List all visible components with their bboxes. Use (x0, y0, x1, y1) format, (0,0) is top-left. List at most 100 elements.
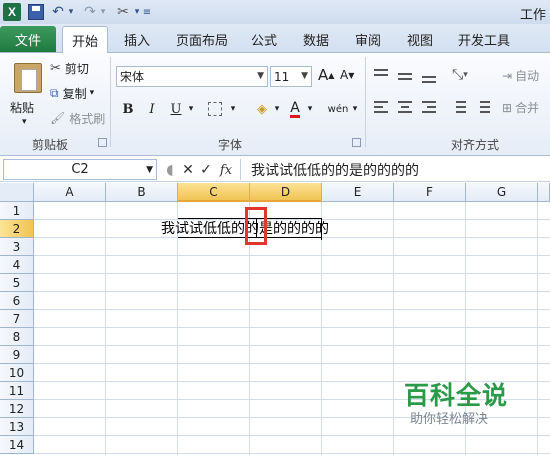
select-all-corner[interactable] (0, 183, 34, 202)
tab-review[interactable]: 审阅 (348, 26, 388, 53)
font-color-button[interactable]: A (285, 98, 305, 120)
insert-function-button[interactable]: fx (216, 161, 236, 179)
format-painter-button[interactable]: 🖌 格式刷 (50, 109, 105, 127)
tab-formulas[interactable]: 公式 (244, 26, 284, 53)
paste-icon (14, 63, 42, 93)
formula-input[interactable]: 我试试低低的的是的的的的 (240, 159, 550, 180)
tab-insert[interactable]: 插入 (114, 26, 160, 53)
fill-color-dropdown-icon[interactable]: ▾ (272, 98, 282, 120)
row-header-14[interactable]: 14 (0, 436, 34, 454)
grow-font-button[interactable]: A ▲ (318, 66, 334, 84)
formula-bar: C2 ▼ ◖ ✕ ✓ fx 我试试低低的的是的的的的 (0, 158, 550, 182)
cancel-entry-button[interactable]: ✕ (180, 161, 196, 179)
gridline (105, 202, 106, 455)
align-middle-button[interactable] (398, 69, 414, 83)
name-box-dropdown-icon[interactable]: ▼ (146, 165, 153, 175)
customize-icon[interactable]: ≡ (142, 3, 152, 21)
font-size-value: 11 (274, 69, 290, 84)
bold-button[interactable]: B (118, 98, 138, 120)
tab-home[interactable]: 开始 (62, 26, 108, 54)
redo-dropdown-icon[interactable]: ▾ (98, 3, 108, 21)
borders-button[interactable] (204, 98, 226, 120)
save-icon[interactable] (28, 4, 44, 20)
row-header-7[interactable]: 7 (0, 310, 34, 328)
merge-center-button[interactable]: ⊞ 合并 (502, 99, 539, 116)
align-center-button[interactable] (398, 101, 414, 115)
row-header-10[interactable]: 10 (0, 364, 34, 382)
phonetic-button[interactable]: wén (326, 98, 350, 120)
fill-color-button[interactable]: ◈ (252, 98, 272, 120)
column-header-g[interactable]: G (466, 183, 538, 202)
decrease-indent-button[interactable] (452, 101, 468, 115)
group-divider (365, 57, 366, 147)
row-header-3[interactable]: 3 (0, 238, 34, 256)
excel-logo-icon[interactable]: X (3, 3, 21, 21)
gridline (537, 202, 538, 455)
font-color-dropdown-icon[interactable]: ▾ (305, 98, 315, 120)
undo-icon[interactable]: ↶ (50, 3, 66, 21)
gridline (34, 345, 550, 346)
font-group-label: 字体 (217, 138, 242, 152)
column-header-a[interactable]: A (34, 183, 106, 202)
phonetic-dropdown-icon[interactable]: ▾ (350, 98, 360, 120)
column-header-f[interactable]: F (394, 183, 466, 202)
column-header-c[interactable]: C (178, 183, 250, 202)
row-header-13[interactable]: 13 (0, 418, 34, 436)
paste-button[interactable]: 粘贴 ▾ (4, 57, 44, 129)
paste-label: 粘贴 (10, 101, 35, 115)
paste-dropdown-icon: ▾ (22, 117, 27, 127)
tab-data[interactable]: 数据 (296, 26, 336, 53)
copy-button[interactable]: ⧉ 复制 ▾ (50, 84, 94, 102)
increase-indent-button[interactable] (476, 101, 492, 115)
borders-dropdown-icon[interactable]: ▾ (228, 98, 238, 120)
row-header-1[interactable]: 1 (0, 202, 34, 220)
font-launcher-icon[interactable] (352, 138, 361, 147)
align-left-button[interactable] (374, 101, 390, 115)
tab-file[interactable]: 文件 (0, 26, 56, 52)
cut-button[interactable]: ✂ 剪切 (50, 59, 89, 77)
title-bar: X ↶ ▾ ↷ ▾ ✂ ▾ ≡ 工作 (0, 0, 550, 24)
font-color-label: A (290, 99, 300, 118)
row-header-2[interactable]: 2 (0, 220, 34, 238)
column-header-d[interactable]: D (250, 183, 322, 202)
paintbrush-icon: 🖌 (50, 111, 66, 125)
clipboard-launcher-icon[interactable] (98, 138, 107, 147)
undo-dropdown-icon[interactable]: ▾ (66, 3, 76, 21)
shrink-font-button[interactable]: A ▼ (340, 68, 354, 82)
row-header-6[interactable]: 6 (0, 292, 34, 310)
name-box[interactable]: C2 ▼ (3, 159, 157, 180)
font-size-dropdown-icon[interactable]: ▼ (301, 71, 308, 81)
column-header-h[interactable] (538, 183, 550, 202)
wrap-text-button[interactable]: ⇥ 自动 (502, 67, 539, 84)
row-header-12[interactable]: 12 (0, 400, 34, 418)
align-top-button[interactable] (374, 69, 390, 83)
align-bottom-button[interactable] (422, 69, 438, 83)
row-header-11[interactable]: 11 (0, 382, 34, 400)
row-header-9[interactable]: 9 (0, 346, 34, 364)
font-name-combo[interactable]: 宋体 ▼ (116, 66, 268, 87)
grow-font-icon: ▲ (328, 70, 335, 80)
tab-view[interactable]: 视图 (400, 26, 440, 53)
watermark: 百科全说 助你轻松解决 (386, 372, 516, 430)
redo-icon[interactable]: ↷ (82, 3, 98, 21)
font-name-dropdown-icon[interactable]: ▼ (257, 71, 264, 81)
tools-icon[interactable]: ✂ (114, 3, 132, 21)
underline-dropdown-icon[interactable]: ▾ (186, 98, 196, 120)
column-header-b[interactable]: B (106, 183, 178, 202)
underline-button[interactable]: U (166, 98, 186, 120)
row-header-8[interactable]: 8 (0, 328, 34, 346)
align-right-button[interactable] (422, 101, 438, 115)
window-title: 工作 (519, 8, 546, 23)
tools-dropdown-icon[interactable]: ▾ (132, 3, 142, 21)
merge-icon: ⊞ (502, 100, 513, 115)
orientation-button[interactable]: ⤡ ▾ (452, 67, 468, 83)
tab-page-layout[interactable]: 页面布局 (170, 26, 234, 53)
font-size-combo[interactable]: 11 ▼ (270, 66, 312, 87)
confirm-entry-button[interactable]: ✓ (198, 161, 214, 179)
row-header-4[interactable]: 4 (0, 256, 34, 274)
column-header-e[interactable]: E (322, 183, 394, 202)
row-header-5[interactable]: 5 (0, 274, 34, 292)
ribbon-tabs: 文件 开始 插入 页面布局 公式 数据 审阅 视图 开发工具 (0, 24, 550, 54)
italic-button[interactable]: I (142, 98, 162, 120)
tab-developer[interactable]: 开发工具 (452, 26, 516, 53)
